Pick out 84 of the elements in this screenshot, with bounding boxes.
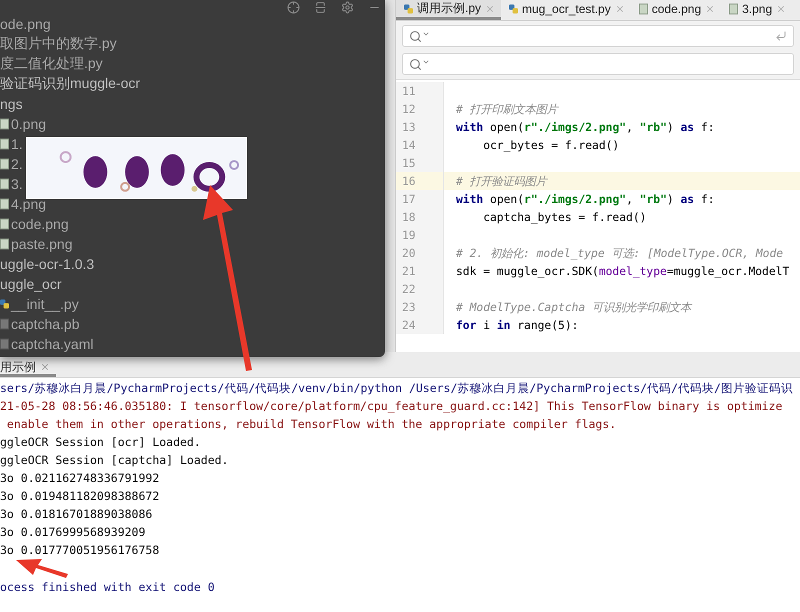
line-number: 23 xyxy=(396,298,444,316)
search-field[interactable] xyxy=(402,25,794,47)
line-number: 24 xyxy=(396,316,444,334)
code-line: # 打开印刷文本图片 xyxy=(455,102,558,116)
search-field[interactable] xyxy=(402,53,794,75)
line-number: 17 xyxy=(396,190,444,208)
console-line: ggleOCR Session [ocr] Loaded. xyxy=(0,434,202,451)
python-file-icon xyxy=(0,298,9,310)
close-icon[interactable] xyxy=(705,4,716,14)
editor-tab[interactable]: code.png xyxy=(630,0,722,20)
image-file-icon xyxy=(729,2,738,14)
line-number: 11 xyxy=(396,82,444,100)
code-line: # ModelType.Captcha 可识别光学印刷文本 xyxy=(455,300,692,314)
close-icon[interactable] xyxy=(614,4,625,14)
console-line: 3o 0.019481182098388672 xyxy=(0,488,160,505)
tree-item[interactable]: paste.png xyxy=(11,236,72,252)
tree-item[interactable]: __init__.py xyxy=(11,296,79,312)
editor-tab[interactable]: 调用示例.py xyxy=(396,0,502,20)
editor-tab[interactable]: mug_ocr_test.py xyxy=(501,0,631,20)
console-line: sers/苏穆冰白月晨/PycharmProjects/代码/代码块/venv/bin/python /Users/苏穆冰白月晨/PycharmProjects/代码/代码块/图片验证码识 xyxy=(0,380,794,397)
file-icon xyxy=(0,318,9,330)
tree-item[interactable]: 验证码识别muggle-ocr xyxy=(0,75,140,93)
image-file-icon xyxy=(0,178,9,190)
console-line: 3o 0.021162748336791992 xyxy=(0,470,160,487)
code-line: ocr_bytes = f.read() xyxy=(482,138,620,152)
console-line: ggleOCR Session [captcha] Loaded. xyxy=(0,452,230,469)
run-tab[interactable]: 用示例 xyxy=(0,360,56,377)
line-number: 15 xyxy=(396,154,444,172)
tree-item[interactable]: 3. xyxy=(11,176,23,192)
search-icon xyxy=(409,58,422,70)
editor-tab[interactable]: 3.png xyxy=(721,0,792,20)
python-file-icon xyxy=(509,2,518,14)
image-file-icon xyxy=(0,118,9,130)
code-line: # 2. 初始化: model_type 可选: [ModelType.OCR, Mode xyxy=(455,246,784,260)
tree-item[interactable]: 取图片中的数字.py xyxy=(0,35,117,53)
enter-icon[interactable] xyxy=(775,30,787,42)
code-line: for i in range(5): xyxy=(455,318,578,332)
line-number: 13 xyxy=(396,118,444,136)
image-file-icon xyxy=(0,158,9,170)
image-file-icon xyxy=(0,198,9,210)
image-file-icon xyxy=(0,218,9,230)
python-file-icon xyxy=(404,2,413,14)
image-file-icon xyxy=(0,138,9,150)
line-number: 22 xyxy=(396,280,444,298)
code-line: with open(r"./imgs/2.png", "rb") as f: xyxy=(455,192,715,206)
tree-item[interactable]: ngs xyxy=(0,96,23,112)
tree-item[interactable]: 0.png xyxy=(11,116,46,132)
console-line: 3o 0.01816701889038086 xyxy=(0,506,154,523)
tree-item[interactable]: 度二值化处理.py xyxy=(0,55,103,73)
line-number: 21 xyxy=(396,262,444,280)
line-number: 20 xyxy=(396,244,444,262)
code-line: with open(r"./imgs/2.png", "rb") as f: xyxy=(455,120,715,134)
pointer-arrow xyxy=(16,559,68,578)
tree-item[interactable]: 1. xyxy=(11,136,23,152)
tree-item[interactable]: uggle_ocr xyxy=(0,276,62,292)
code-line: captcha_bytes = f.read() xyxy=(482,210,646,224)
console-line: ocess finished with exit code 0 xyxy=(0,579,216,596)
console-line: 3o 0.017770051956176758 xyxy=(0,542,160,559)
console-line: 21-05-28 08:56:46.035180: I tensorflow/core/platform/cpu_feature_guard.cc:142] This TensorFlow binary is optimize xyxy=(0,398,784,415)
tree-item[interactable]: uggle-ocr-1.0.3 xyxy=(0,256,94,272)
line-number: 19 xyxy=(396,226,444,244)
close-icon[interactable] xyxy=(40,362,50,372)
tree-item[interactable]: 2. xyxy=(11,156,23,172)
line-number: 18 xyxy=(396,208,444,226)
tree-item[interactable]: captcha.yaml xyxy=(11,336,94,352)
search-icon xyxy=(409,30,422,42)
console-line: enable them in other operations, rebuild TensorFlow with the appropriate compiler flags. xyxy=(6,416,618,433)
target-icon[interactable] xyxy=(287,0,300,14)
code-line: sdk = muggle_ocr.SDK(model_type=muggle_ocr.ModelT xyxy=(455,264,790,278)
settings-icon[interactable] xyxy=(341,0,354,14)
image-file-icon xyxy=(0,238,9,250)
tree-item[interactable]: code.png xyxy=(11,216,69,232)
close-icon[interactable] xyxy=(776,4,786,14)
tree-item[interactable]: ode.png xyxy=(0,16,51,32)
close-icon[interactable] xyxy=(485,4,496,14)
code-line: # 打开验证码图片 xyxy=(455,174,547,188)
tree-item[interactable]: 4.png xyxy=(11,196,46,212)
collapse-icon[interactable] xyxy=(314,0,327,14)
line-number: 12 xyxy=(396,100,444,118)
file-icon xyxy=(0,338,9,350)
console-line: 3o 0.0176999568939209 xyxy=(0,524,146,541)
image-file-icon xyxy=(638,2,648,14)
line-number: 14 xyxy=(396,136,444,154)
tree-item[interactable]: captcha.pb xyxy=(11,316,80,332)
